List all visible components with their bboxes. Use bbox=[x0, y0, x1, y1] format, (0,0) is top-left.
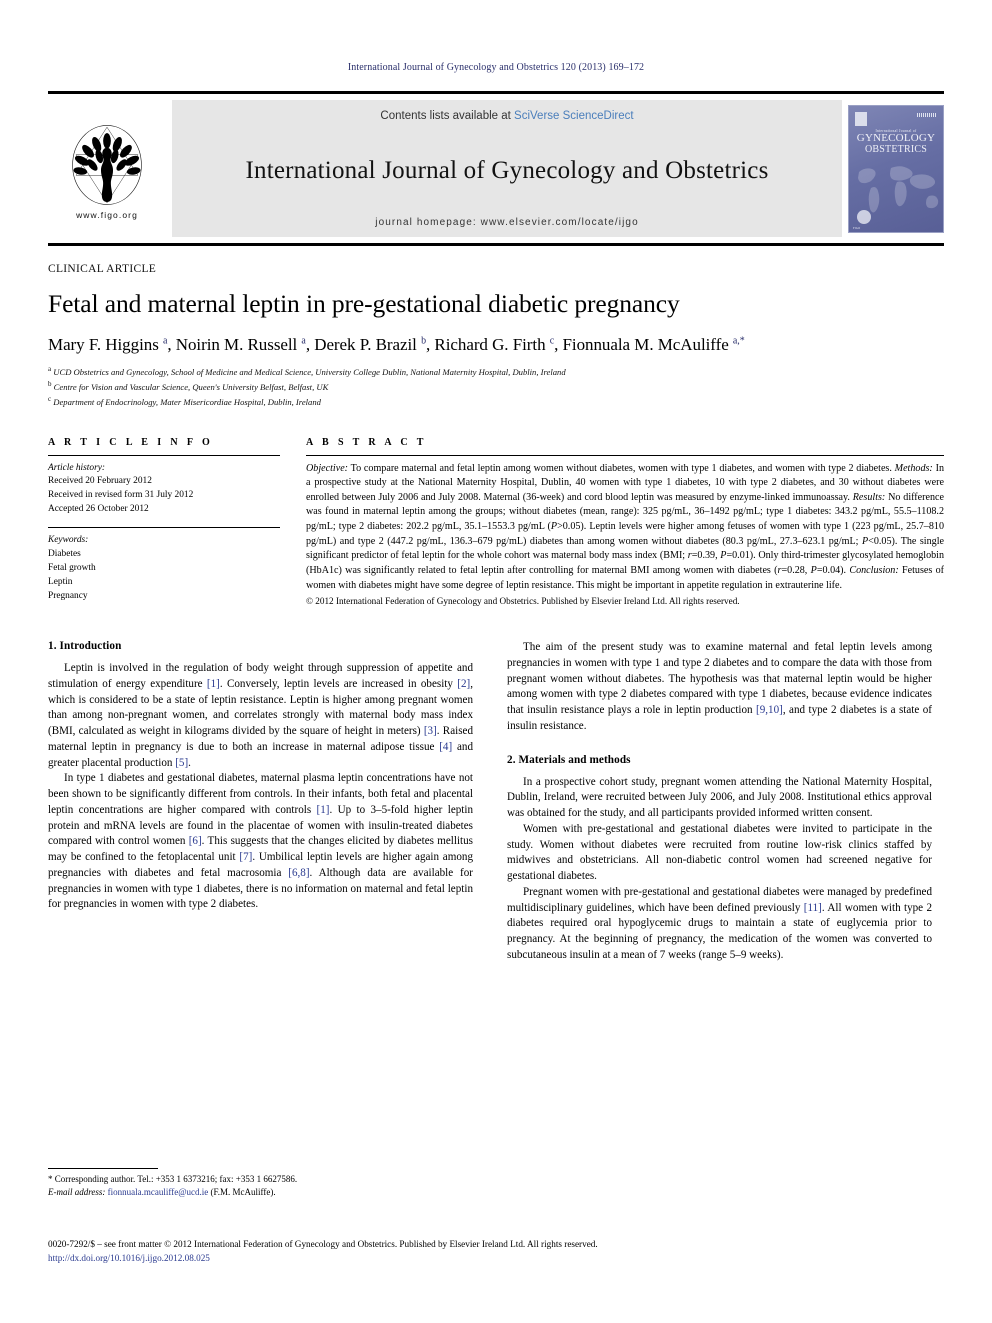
journal-masthead: www.figo.org Contents lists available at… bbox=[48, 91, 944, 246]
journal-banner: Contents lists available at SciVerse Sci… bbox=[172, 100, 842, 237]
history-item: Received 20 February 2012 bbox=[48, 476, 152, 487]
section-heading-materials-methods: 2. Materials and methods bbox=[507, 753, 631, 766]
history-item: Accepted 26 October 2012 bbox=[48, 504, 149, 515]
email-link[interactable]: fionnuala.mcauliffe@ucd.ie bbox=[108, 1187, 209, 1197]
paragraph: The aim of the present study was to exam… bbox=[507, 641, 932, 732]
author-list: Mary F. Higgins a, Noirin M. Russell a, … bbox=[48, 335, 745, 354]
journal-cover-thumbnail: International Journal of GYNECOLOGY OBST… bbox=[848, 104, 944, 233]
keyword-item: Leptin bbox=[48, 576, 73, 587]
article-info-heading: A R T I C L E I N F O bbox=[48, 436, 214, 448]
affiliation-text: Department of Endocrinology, Mater Miser… bbox=[53, 397, 321, 408]
affiliation-item: a UCD Obstetrics and Gynecology, School … bbox=[48, 364, 944, 379]
cover-title: International Journal of GYNECOLOGY OBST… bbox=[849, 129, 943, 156]
abstract-column: A B S T R A C T Objective: To compare ma… bbox=[306, 436, 945, 607]
email-suffix: (F.M. McAuliffe). bbox=[210, 1186, 276, 1197]
affiliation-text: Centre for Vision and Vascular Science, … bbox=[53, 382, 329, 393]
sciencedirect-link[interactable]: SciVerse ScienceDirect bbox=[514, 110, 634, 122]
journal-homepage-link[interactable]: journal homepage: www.elsevier.com/locat… bbox=[375, 217, 639, 228]
abstract-copyright: © 2012 International Federation of Gynec… bbox=[306, 596, 740, 607]
corresponding-author-line: * Corresponding author. Tel.: +353 1 637… bbox=[48, 1174, 298, 1184]
affiliation-item: b Centre for Vision and Vascular Science… bbox=[48, 379, 944, 394]
paragraph: In a prospective cohort study, pregnant … bbox=[507, 775, 932, 820]
affiliation-marker: a bbox=[48, 365, 52, 373]
running-head: International Journal of Gynecology and … bbox=[347, 62, 645, 73]
divider-rule bbox=[48, 454, 280, 456]
email-line: E-mail address: fionnuala.mcauliffe@ucd.… bbox=[48, 1186, 473, 1199]
elsevier-logo-icon bbox=[855, 111, 867, 126]
keywords-block: Keywords: Diabetes Fetal growth Leptin P… bbox=[48, 534, 280, 604]
article-history-label: Article history: bbox=[48, 462, 106, 473]
affiliation-marker: c bbox=[48, 395, 52, 404]
abstract-text: Objective: To compare maternal and fetal… bbox=[306, 462, 945, 591]
keyword-item: Diabetes bbox=[48, 549, 81, 560]
paragraph: In type 1 diabetes and gestational diabe… bbox=[48, 772, 473, 911]
corresponding-author-footnote: * Corresponding author. Tel.: +353 1 637… bbox=[48, 1168, 473, 1199]
page-footer: 0020-7292/$ – see front matter © 2012 In… bbox=[48, 1238, 944, 1266]
body-column-left: 1. Introduction Leptin is involved in th… bbox=[48, 640, 473, 964]
paragraph: Women with pre-gestational and gestation… bbox=[507, 822, 932, 883]
page-title: Fetal and maternal leptin in pre-gestati… bbox=[48, 289, 680, 318]
article-type-kicker: CLINICAL ARTICLE bbox=[48, 263, 157, 275]
article-info-column: A R T I C L E I N F O Article history: R… bbox=[48, 437, 280, 607]
cover-line2: OBSTETRICS bbox=[864, 143, 927, 155]
divider-rule bbox=[48, 527, 280, 529]
figo-seal-icon bbox=[857, 209, 871, 224]
doi-link[interactable]: http://dx.doi.org/10.1016/j.ijgo.2012.08… bbox=[48, 1253, 210, 1263]
history-item: Received in revised form 31 July 2012 bbox=[48, 490, 194, 501]
journal-title: International Journal of Gynecology and … bbox=[245, 156, 769, 184]
issn-copyright-line: 0020-7292/$ – see front matter © 2012 In… bbox=[48, 1239, 598, 1249]
paragraph: Leptin is involved in the regulation of … bbox=[48, 662, 473, 769]
contents-prefix: Contents lists available at bbox=[380, 110, 511, 122]
barcode-icon bbox=[917, 112, 937, 117]
affiliation-marker: b bbox=[48, 380, 52, 389]
keyword-item: Fetal growth bbox=[48, 562, 96, 573]
keywords-label: Keywords: bbox=[48, 535, 89, 546]
cover-seal-label: FIGO bbox=[853, 226, 861, 230]
keyword-item: Pregnancy bbox=[48, 590, 88, 601]
figo-url-label: www.figo.org bbox=[76, 209, 138, 220]
info-abstract-region: A R T I C L E I N F O Article history: R… bbox=[48, 436, 945, 607]
body-columns: 1. Introduction Leptin is involved in th… bbox=[48, 640, 944, 964]
affiliation-list: a UCD Obstetrics and Gynecology, School … bbox=[48, 364, 944, 410]
affiliation-item: c Department of Endocrinology, Mater Mis… bbox=[48, 394, 944, 409]
section-heading-introduction: 1. Introduction bbox=[48, 640, 122, 653]
paragraph: Pregnant women with pre-gestational and … bbox=[507, 885, 932, 961]
email-label: E-mail address: bbox=[48, 1186, 106, 1197]
abstract-heading: A B S T R A C T bbox=[306, 436, 427, 448]
world-map-graphic bbox=[858, 165, 939, 212]
article-page: International Journal of Gynecology and … bbox=[0, 0, 992, 1323]
figo-tree-icon bbox=[64, 122, 150, 208]
affiliation-text: UCD Obstetrics and Gynecology, School of… bbox=[53, 366, 566, 377]
contents-available-line: Contents lists available at SciVerse Sci… bbox=[380, 110, 633, 122]
body-column-right: The aim of the present study was to exam… bbox=[507, 640, 932, 964]
figo-logo: www.figo.org bbox=[48, 100, 166, 237]
footnote-divider bbox=[48, 1168, 158, 1169]
article-header: CLINICAL ARTICLE Fetal and maternal lept… bbox=[48, 246, 944, 410]
divider-rule bbox=[306, 454, 944, 456]
article-history-block: Article history: Received 20 February 20… bbox=[48, 462, 280, 518]
